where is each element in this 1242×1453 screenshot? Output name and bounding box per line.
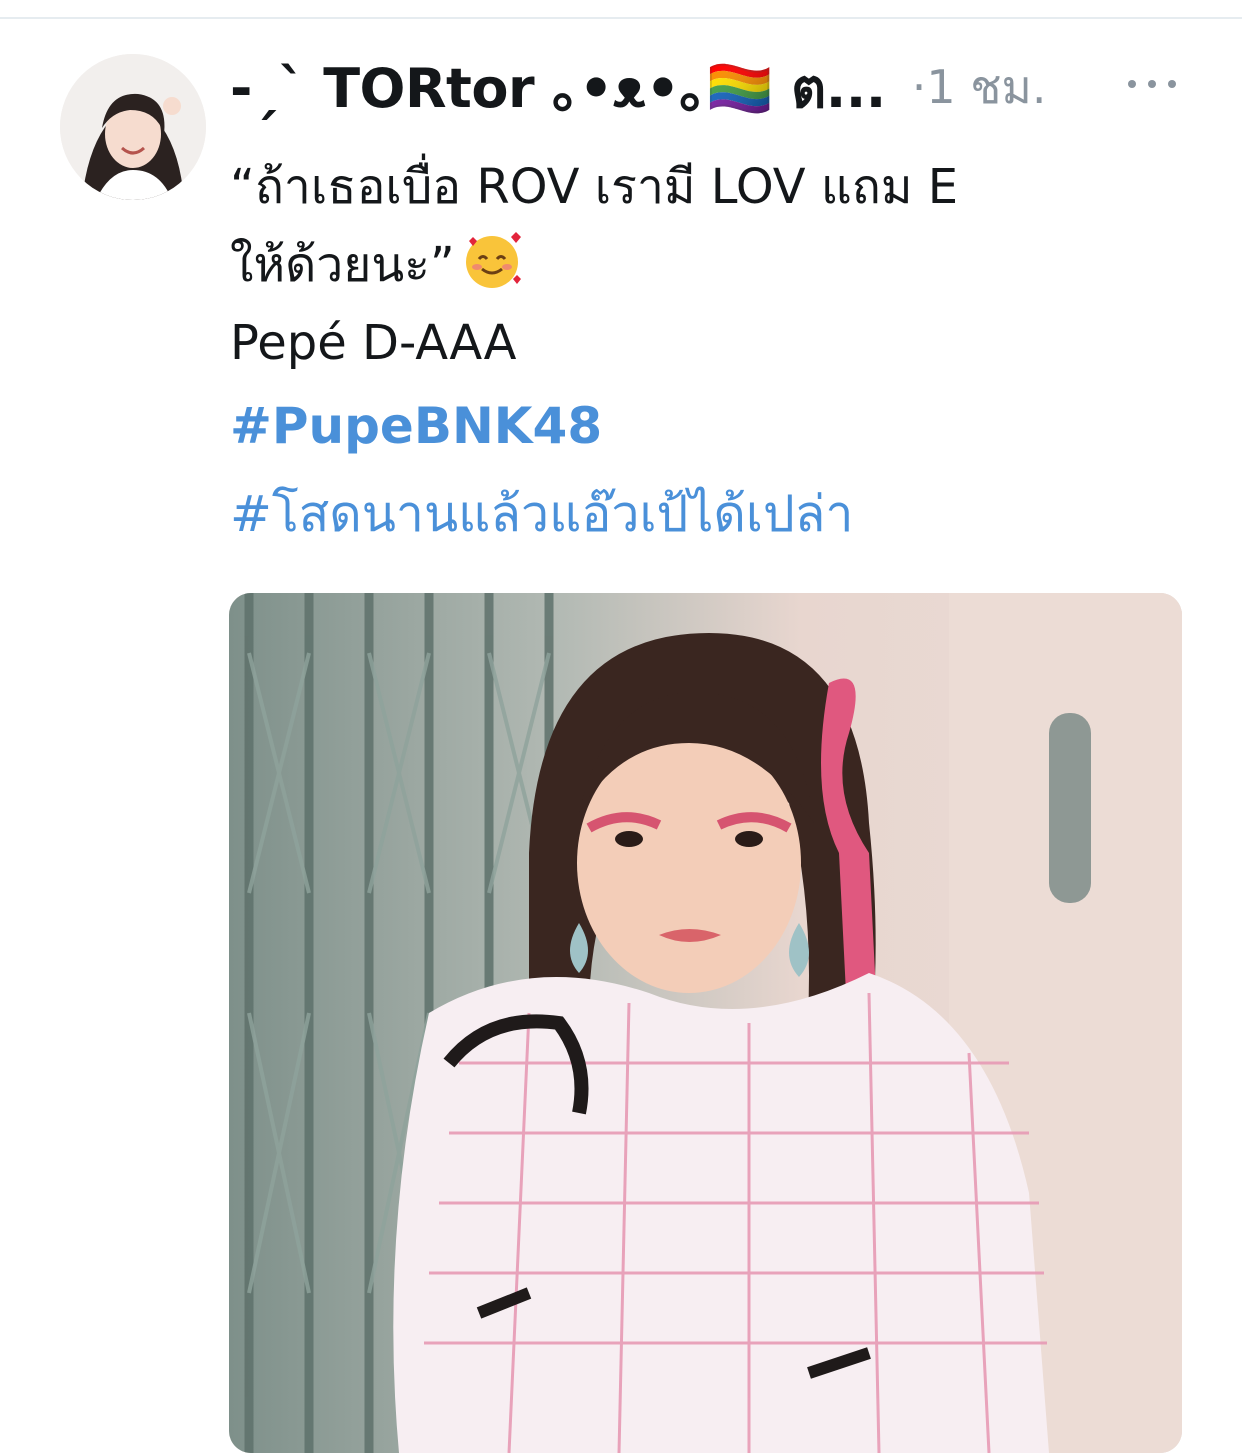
author-avatar[interactable] bbox=[60, 54, 206, 200]
hashtag-link[interactable]: #โสดนานแล้วแอ๊วเป้ได้เปล่า bbox=[230, 470, 1190, 558]
tweet-timestamp[interactable]: ·1 ชม. bbox=[912, 51, 1047, 124]
more-dot bbox=[1168, 80, 1176, 88]
more-dot bbox=[1148, 80, 1156, 88]
tweet-body: “ถ้าเธอเบื่อ ROV เรามี LOV แถม E ให้ด้วย… bbox=[230, 148, 1190, 558]
tweet-text-line: “ถ้าเธอเบื่อ ROV เรามี LOV แถม E bbox=[230, 159, 959, 215]
smiling-face-with-hearts-icon bbox=[465, 232, 521, 288]
tweet-header: -ˏˋ TORtor ｡•ᴥ•｡🏳️‍🌈 ต... ·1 ชม. bbox=[230, 52, 1190, 122]
tweet-text-line: ให้ด้วยนะ” bbox=[230, 226, 1190, 304]
tweet-text-line: Pepé D-AAA bbox=[230, 315, 517, 371]
photo-image bbox=[229, 593, 1182, 1453]
hashtag-link[interactable]: #PupeBNK48 bbox=[230, 382, 1190, 470]
more-dots-icon[interactable] bbox=[1128, 74, 1176, 94]
author-display-name[interactable]: -ˏˋ TORtor ｡•ᴥ•｡🏳️‍🌈 ต... bbox=[230, 44, 886, 131]
tweet-photo[interactable] bbox=[229, 593, 1182, 1453]
avatar-image bbox=[60, 54, 206, 200]
tweet-text-fragment: ให้ด้วยนะ” bbox=[230, 237, 455, 293]
more-dot bbox=[1128, 80, 1136, 88]
top-divider bbox=[0, 17, 1242, 19]
